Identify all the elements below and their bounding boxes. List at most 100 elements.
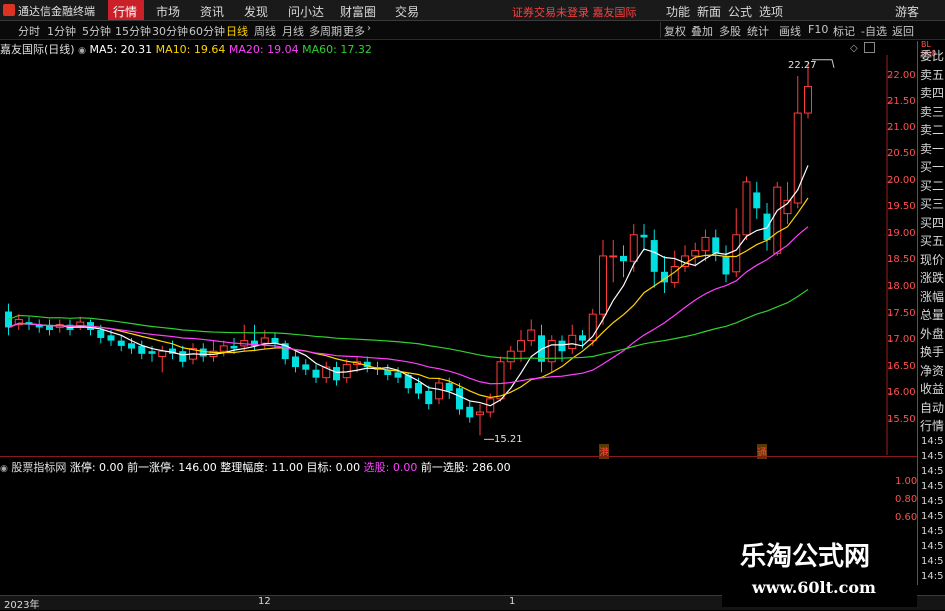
menu-formula[interactable]: 公式 <box>728 3 752 20</box>
btn-overlay[interactable]: 叠加 <box>691 23 713 39</box>
ma20-line <box>8 226 809 385</box>
menu-item-news[interactable]: 资讯 <box>200 3 224 20</box>
gear-icon[interactable]: ◉ <box>0 464 8 474</box>
menu-new-page[interactable]: 新面 <box>697 3 721 20</box>
candle-body <box>230 345 238 349</box>
candle-body <box>506 350 515 363</box>
candle-body <box>517 340 525 352</box>
candle-body <box>466 406 474 418</box>
btn-draw-line[interactable]: 画线 <box>779 23 801 39</box>
quote-field-label: 买三 <box>920 197 945 211</box>
login-notice[interactable]: 证券交易未登录 嘉友国际 <box>512 4 637 20</box>
menu-item-wealth[interactable]: 财富圈 <box>340 3 376 20</box>
period-daily[interactable]: 日线 <box>226 23 248 39</box>
btn-back[interactable]: 返回 <box>892 23 914 39</box>
time-label: 14:5 <box>921 436 944 447</box>
quote-field-label: 涨跌 <box>920 271 945 285</box>
candle-body <box>496 361 505 400</box>
month-label: 12 <box>258 596 271 607</box>
indicator-name[interactable]: 股票指标网 <box>11 461 66 474</box>
btn-mark[interactable]: 标记 <box>833 23 855 39</box>
menu-item-discover[interactable]: 发现 <box>244 3 268 20</box>
price-tick: 17.50 <box>887 308 916 319</box>
price-tick: 16.50 <box>887 361 916 372</box>
candle-body <box>650 240 658 272</box>
candle-body <box>691 250 700 257</box>
candle-body <box>117 340 125 346</box>
price-tick: 18.00 <box>887 281 916 292</box>
time-label: 14:5 <box>921 451 944 462</box>
high-price-label: 22.27 <box>788 60 817 71</box>
toolbar-divider <box>660 22 661 38</box>
price-tick: 20.00 <box>887 175 916 186</box>
candle-body <box>476 411 484 416</box>
month-label: 1 <box>509 596 516 607</box>
menu-guest[interactable]: 游客 <box>895 3 919 20</box>
period-multi[interactable]: 多周期 <box>309 23 342 39</box>
kline-chart[interactable] <box>0 41 917 455</box>
quote-field-label: 卖一 <box>920 141 945 156</box>
candle-body <box>158 350 167 357</box>
ma5-line <box>8 165 809 407</box>
quote-field-label: 换手 <box>920 345 945 359</box>
candle-body <box>783 199 792 215</box>
btn-statistics[interactable]: 统计 <box>747 23 769 39</box>
candle-body <box>271 337 279 344</box>
quote-field-label: 卖四 <box>920 86 945 100</box>
candle-body <box>456 388 463 410</box>
candle-body <box>599 255 607 315</box>
panel-divider <box>0 456 917 457</box>
candle-body <box>107 335 115 341</box>
candle-body <box>640 234 648 238</box>
candle-body <box>804 86 812 114</box>
btn-multi-stock[interactable]: 多股 <box>719 23 741 39</box>
candle-body <box>312 369 320 378</box>
chevron-right-icon[interactable]: › <box>367 23 371 34</box>
quote-field-label: 净资 <box>920 363 945 378</box>
menu-options[interactable]: 选项 <box>759 3 783 20</box>
quote-field-label: 买二 <box>920 178 945 193</box>
period-1min[interactable]: 1分钟 <box>47 23 76 39</box>
quote-field-label: 行情 <box>920 419 945 433</box>
indicator-info-line: ◉ 股票指标网 涨停: 0.00 前一涨停: 146.00 整理幅度: 11.0… <box>0 459 511 475</box>
price-tick: 15.50 <box>887 414 916 425</box>
menu-function[interactable]: 功能 <box>666 3 690 20</box>
quote-field-label: 涨幅 <box>920 289 945 304</box>
app-title: 通达信金融终端 <box>18 5 95 18</box>
candle-body <box>260 337 269 344</box>
btn-add-watchlist[interactable]: -自选 <box>861 23 887 39</box>
period-monthly[interactable]: 月线 <box>282 23 304 39</box>
menu-item-ask[interactable]: 问小达 <box>288 3 324 20</box>
period-tick[interactable]: 分时 <box>18 23 40 39</box>
candle-body <box>609 255 618 258</box>
app-logo-icon <box>3 4 15 16</box>
candle-body <box>333 367 340 381</box>
menu-item-market-quotes[interactable]: 行情 <box>113 3 137 20</box>
indicator-tick: 0.80 <box>895 494 918 505</box>
price-tick: 19.00 <box>887 228 916 239</box>
period-weekly[interactable]: 周线 <box>254 23 276 39</box>
menu-item-trade[interactable]: 交易 <box>395 3 419 20</box>
btn-f10[interactable]: F10 <box>808 23 828 36</box>
period-5min[interactable]: 5分钟 <box>82 23 111 39</box>
menu-item-market[interactable]: 市场 <box>156 3 180 20</box>
watermark-url: www.60lt.com <box>752 578 876 597</box>
candle-body <box>558 340 566 352</box>
period-30min[interactable]: 30分钟 <box>152 23 188 39</box>
candle-body <box>742 181 751 236</box>
candle-body <box>620 255 627 262</box>
candle-body <box>722 255 730 275</box>
candle-body <box>138 345 146 354</box>
candle-body <box>219 345 228 352</box>
price-tick: 22.00 <box>887 70 916 81</box>
price-tick: 21.00 <box>887 122 916 133</box>
price-tick: 18.50 <box>887 254 916 265</box>
btn-restore-rights[interactable]: 复权 <box>664 23 686 39</box>
low-price-label: 15.21 <box>494 434 523 445</box>
candle-body <box>199 348 207 357</box>
candle-body <box>579 335 586 341</box>
period-15min[interactable]: 15分钟 <box>115 23 151 39</box>
period-60min[interactable]: 60分钟 <box>189 23 225 39</box>
period-more[interactable]: 更多 <box>343 23 365 39</box>
candle-body <box>292 356 299 368</box>
